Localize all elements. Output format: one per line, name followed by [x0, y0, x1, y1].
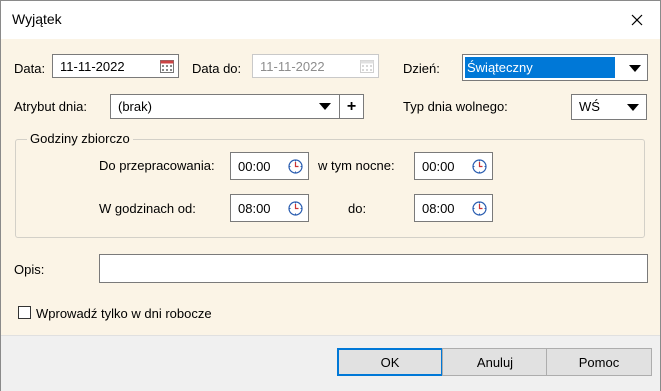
- chevron-down-icon[interactable]: [629, 65, 641, 72]
- clock-icon[interactable]: [288, 201, 303, 216]
- do-przepracowania-value: 00:00: [238, 159, 271, 174]
- data-date-field[interactable]: 11-11-2022: [52, 54, 179, 78]
- chevron-down-icon[interactable]: [627, 104, 639, 111]
- hours-groupbox: [15, 139, 645, 238]
- atrybut-label: Atrybut dnia:: [14, 99, 87, 114]
- data-do-date-field[interactable]: 11-11-2022: [252, 54, 379, 78]
- calendar-icon[interactable]: [360, 60, 374, 73]
- clock-icon[interactable]: [288, 159, 303, 174]
- typ-dnia-value: WŚ: [579, 99, 600, 114]
- selection-highlight: Świąteczny: [465, 57, 615, 78]
- typ-dnia-select[interactable]: WŚ: [571, 94, 647, 120]
- add-attribute-button[interactable]: +: [339, 94, 364, 119]
- dzien-label: Dzień:: [403, 61, 440, 76]
- w-tym-nocne-field[interactable]: 00:00: [414, 152, 493, 180]
- hours-group-title: Godziny zbiorczo: [27, 131, 133, 146]
- calendar-icon[interactable]: [160, 60, 174, 73]
- dni-robocze-checkbox[interactable]: [18, 306, 31, 319]
- typ-dnia-label: Typ dnia wolnego:: [403, 99, 508, 114]
- ok-button[interactable]: OK: [337, 348, 443, 376]
- title-bar: Wyjątek: [1, 1, 660, 39]
- w-godzinach-od-label: W godzinach od:: [99, 201, 196, 216]
- close-button[interactable]: [614, 1, 660, 39]
- atrybut-value: (brak): [118, 99, 152, 114]
- data-do-label: Data do:: [192, 61, 242, 76]
- help-button[interactable]: Pomoc: [546, 348, 652, 376]
- opis-input[interactable]: [99, 254, 648, 283]
- plus-icon: +: [346, 97, 357, 115]
- w-tym-nocne-label: w tym nocne:: [318, 158, 395, 173]
- do-field[interactable]: 08:00: [414, 194, 493, 222]
- opis-label: Opis:: [14, 262, 45, 277]
- do-value: 08:00: [422, 201, 455, 216]
- do-przepracowania-field[interactable]: 00:00: [230, 152, 309, 180]
- cancel-button-label: Anuluj: [476, 354, 514, 370]
- window-title: Wyjątek: [12, 11, 62, 27]
- help-button-label: Pomoc: [578, 354, 620, 370]
- close-icon: [631, 14, 643, 26]
- dialog-window: Wyjątek Data: 11-11-2022 Data do: 11-11-…: [0, 0, 661, 391]
- atrybut-select[interactable]: (brak): [110, 94, 340, 119]
- cancel-button[interactable]: Anuluj: [442, 348, 548, 376]
- dni-robocze-label[interactable]: Wprowadź tylko w dni robocze: [36, 306, 212, 321]
- chevron-down-icon[interactable]: [319, 103, 331, 110]
- w-godzinach-od-value: 08:00: [238, 201, 271, 216]
- data-do-date-value: 11-11-2022: [260, 59, 325, 74]
- dzien-select[interactable]: Świąteczny: [462, 54, 648, 81]
- do-label: do:: [348, 201, 367, 216]
- clock-icon[interactable]: [472, 159, 487, 174]
- ok-button-label: OK: [380, 354, 400, 370]
- dzien-value: Świąteczny: [467, 60, 533, 75]
- data-date-value: 11-11-2022: [60, 59, 125, 74]
- w-tym-nocne-value: 00:00: [422, 159, 455, 174]
- w-godzinach-od-field[interactable]: 08:00: [230, 194, 309, 222]
- clock-icon[interactable]: [472, 201, 487, 216]
- data-label: Data:: [14, 61, 46, 76]
- do-przepracowania-label: Do przepracowania:: [99, 158, 215, 173]
